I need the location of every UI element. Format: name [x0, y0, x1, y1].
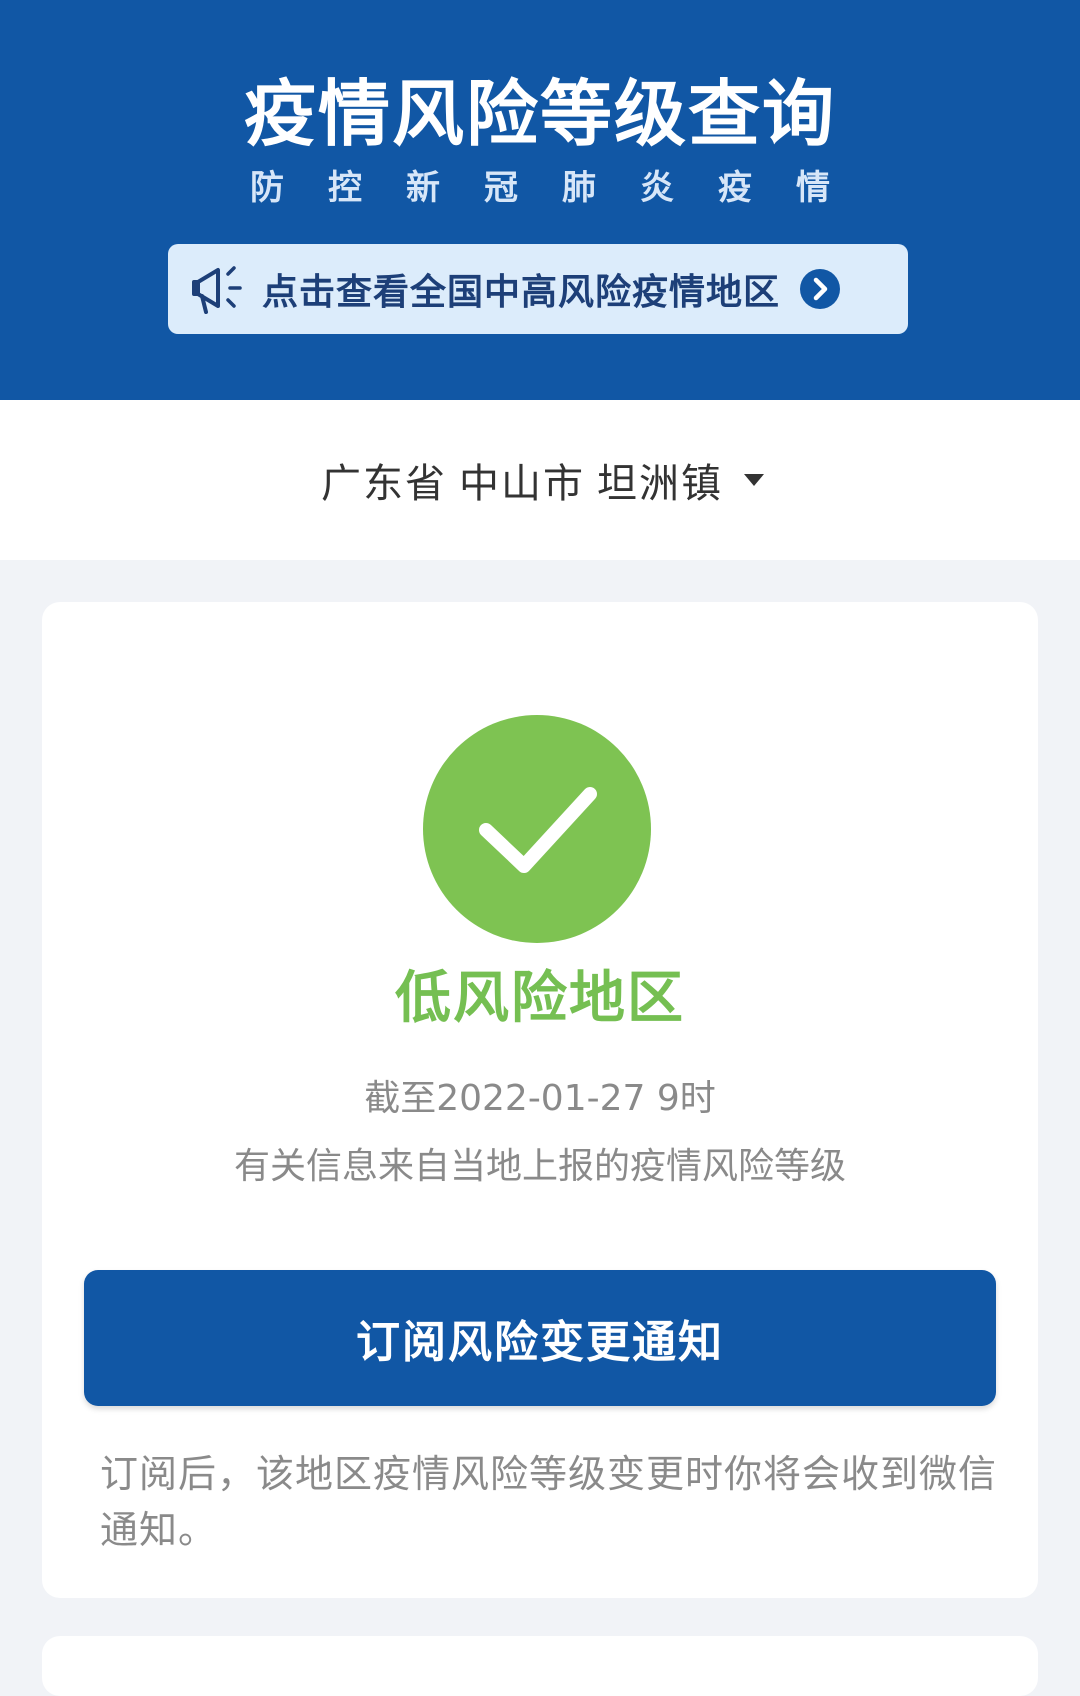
- megaphone-icon: [186, 254, 256, 324]
- update-timestamp: 截至2022-01-27 9时: [364, 1078, 716, 1119]
- risk-level-label: 低风险地区: [395, 966, 685, 1031]
- data-source-note: 有关信息来自当地上报的疫情风险等级: [233, 1146, 846, 1187]
- check-circle-icon: [423, 715, 651, 943]
- location-selector[interactable]: 广东省 中山市 坦洲镇: [0, 400, 1080, 560]
- location-text: 广东省 中山市 坦洲镇: [315, 451, 765, 509]
- city-label: 中山市: [459, 461, 585, 507]
- province-label: 广东省: [321, 461, 447, 507]
- risk-result-card: 低风险地区 截至2022-01-27 9时 有关信息来自当地上报的疫情风险等级 …: [42, 602, 1038, 1598]
- high-risk-areas-banner[interactable]: 点击查看全国中高风险疫情地区: [168, 244, 908, 334]
- header: 疫情风险等级查询 防控新冠肺炎疫情 点击查看全国中高风险疫情地区: [0, 0, 1080, 400]
- town-label: 坦洲镇: [597, 461, 723, 507]
- banner-label: 点击查看全国中高风险疫情地区: [262, 272, 781, 313]
- page-title: 疫情风险等级查询: [243, 72, 836, 156]
- next-card: [42, 1636, 1038, 1696]
- caret-down-icon: [744, 474, 764, 486]
- chevron-right-circle-icon: [800, 269, 841, 309]
- page-subtitle: 防控新冠肺炎疫情: [250, 168, 874, 208]
- subscribe-button[interactable]: 订阅风险变更通知: [84, 1270, 996, 1406]
- subscribe-note: 订阅后，该地区疫情风险等级变更时你将会收到微信通知。: [100, 1452, 998, 1552]
